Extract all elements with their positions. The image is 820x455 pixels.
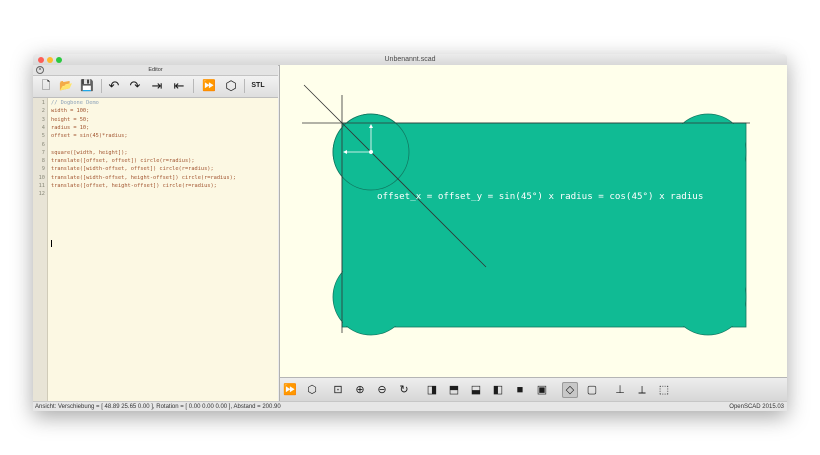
- 3d-viewport[interactable]: offset_x = offset_y = sin(45°) x radius …: [279, 65, 787, 377]
- perspective-icon[interactable]: ◇: [562, 382, 578, 398]
- view-left-icon[interactable]: ◧: [490, 382, 506, 398]
- base-fill: [343, 124, 745, 326]
- save-icon[interactable]: 💾: [79, 78, 95, 94]
- code-line[interactable]: translate([width-offset, height-offset])…: [51, 175, 236, 181]
- render-icon[interactable]: ⬡: [304, 382, 320, 398]
- code-editor[interactable]: [48, 98, 278, 401]
- code-line[interactable]: translate([width-offset, offset]) circle…: [51, 166, 214, 172]
- export-stl-icon[interactable]: STL: [250, 78, 266, 94]
- line-number: 5: [41, 133, 45, 140]
- code-line[interactable]: width = 100;: [51, 108, 89, 114]
- redo-icon[interactable]: ↷: [127, 78, 143, 94]
- line-number: 7: [41, 149, 45, 156]
- show-axes-icon[interactable]: ⊥: [612, 382, 628, 398]
- line-number: 4: [41, 124, 45, 131]
- code-line[interactable]: translate([offset, height-offset]) circl…: [51, 183, 217, 189]
- viewport-canvas: offset_x = offset_y = sin(45°) x radius …: [302, 84, 750, 336]
- line-number: 11: [38, 183, 45, 189]
- code-line[interactable]: height = 50;: [51, 117, 89, 123]
- show-scale-icon[interactable]: ⟂: [634, 382, 650, 398]
- code-line[interactable]: square([width, height]);: [51, 150, 128, 156]
- view-back-icon[interactable]: ▣: [534, 382, 550, 398]
- openscad-window: Unbenannt.scad × Editor 🗋 📂 💾 ↶ ↷ ⇥ ⇤ ⏩ …: [33, 54, 787, 411]
- view-bottom-icon[interactable]: ⬓: [468, 382, 484, 398]
- view-toolbar: ⏩ ⬡ ⊡ ⊕ ⊖ ↻ ◨ ⬒ ⬓ ◧ ■ ▣ ◇ ▢ ⊥ ⟂ ⬚: [279, 377, 787, 402]
- code-line[interactable]: translate([offset, offset]) circle(r=rad…: [51, 158, 195, 164]
- line-number: 6: [41, 141, 45, 148]
- undo-icon[interactable]: ↶: [106, 78, 122, 94]
- zoom-in-icon[interactable]: ⊕: [352, 382, 368, 398]
- status-bar: Ansicht: Verschiebung = [ 48.89 25.65 0.…: [33, 401, 787, 411]
- new-file-icon[interactable]: 🗋: [38, 78, 54, 94]
- line-number: 8: [41, 158, 45, 165]
- line-number: 10: [38, 174, 45, 181]
- view-status-text: Ansicht: Verschiebung = [ 48.89 25.65 0.…: [35, 404, 281, 410]
- code-line[interactable]: offset = sin(45)*radius;: [51, 133, 128, 139]
- editor-toolbar: 🗋 📂 💾 ↶ ↷ ⇥ ⇤ ⏩ ⬡ STL: [33, 76, 278, 98]
- zoom-out-icon[interactable]: ⊖: [374, 382, 390, 398]
- line-number: 3: [41, 116, 45, 123]
- editor-title: Editor: [148, 67, 163, 73]
- view-all-icon[interactable]: ⊡: [330, 382, 346, 398]
- view-front-icon[interactable]: ■: [512, 382, 528, 398]
- open-folder-icon[interactable]: 📂: [58, 78, 74, 94]
- view-top-icon[interactable]: ⬒: [446, 382, 462, 398]
- line-number: 1: [41, 100, 45, 106]
- orthogonal-icon[interactable]: ▢: [584, 382, 600, 398]
- toolbar-separator: [193, 79, 194, 93]
- indent-icon[interactable]: ⇥: [149, 78, 165, 94]
- toolbar-separator: [244, 79, 245, 93]
- reset-view-icon[interactable]: ↻: [396, 382, 412, 398]
- line-number: 9: [41, 166, 45, 173]
- code-line[interactable]: // Dogbone Demo: [51, 100, 99, 106]
- code-line[interactable]: radius = 10;: [51, 125, 89, 131]
- version-label: OpenSCAD 2015.03: [729, 404, 784, 410]
- preview-icon[interactable]: ⏩: [282, 382, 298, 398]
- toolbar-separator: [101, 79, 102, 93]
- preview-icon[interactable]: ⏩: [201, 78, 217, 94]
- show-edges-icon[interactable]: ⬚: [656, 382, 672, 398]
- circle-center-dot: [369, 150, 373, 154]
- text-caret: [51, 240, 52, 247]
- line-number: 2: [41, 108, 45, 115]
- window-title: Unbenannt.scad: [384, 56, 436, 63]
- line-number: 12: [38, 191, 45, 198]
- view-right-icon[interactable]: ◨: [424, 382, 440, 398]
- offset-annotation: offset_x = offset_y = sin(45°) x radius …: [377, 191, 703, 202]
- render-icon[interactable]: ⬡: [223, 78, 239, 94]
- editor-header: × Editor: [33, 65, 278, 76]
- unindent-icon[interactable]: ⇤: [171, 78, 187, 94]
